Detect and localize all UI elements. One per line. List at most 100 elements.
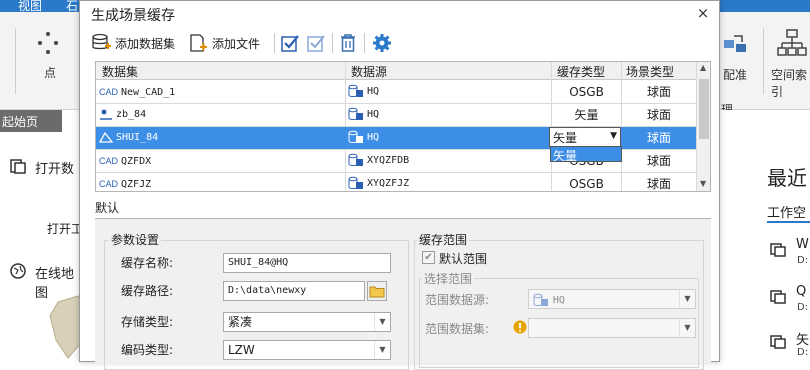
tab-underline bbox=[767, 221, 810, 223]
chevron-down-icon[interactable]: ▼ bbox=[374, 313, 390, 331]
recent-item-name: W bbox=[796, 237, 809, 252]
table-row[interactable]: CAD QZFJZ XYQZFJZ OSGB 球面 bbox=[96, 173, 696, 191]
scene-type-cell[interactable]: 球面 bbox=[622, 104, 696, 126]
file-add-icon bbox=[190, 34, 207, 52]
datasource-icon bbox=[348, 107, 363, 120]
col-dataset[interactable]: 数据集 bbox=[102, 63, 138, 80]
datasource-name: HQ bbox=[367, 109, 380, 120]
cache-type-cell[interactable]: OSGB bbox=[552, 81, 621, 103]
start-left-panel: 打开数 打开工 在线地图 bbox=[0, 132, 86, 362]
storage-type-select[interactable]: 紧凑 ▼ bbox=[223, 312, 391, 332]
ribbon-point-label: 点 bbox=[44, 66, 57, 80]
datasource-name: XYQZFJZ bbox=[367, 178, 410, 189]
range-group-title: 缓存范围 bbox=[417, 231, 470, 248]
invert-selection-icon[interactable] bbox=[306, 33, 326, 53]
recent-title: 最近 bbox=[767, 166, 807, 190]
chevron-down-icon[interactable]: ▼ bbox=[610, 131, 617, 141]
dropdown-option-label: 矢量 bbox=[553, 149, 578, 163]
chevron-down-icon[interactable]: ▼ bbox=[679, 319, 695, 337]
recent-workspace-tab[interactable]: 工作空 bbox=[767, 202, 806, 221]
table-row[interactable]: zb_84 HQ 矢量 球面 bbox=[96, 104, 696, 127]
encoding-type-label: 编码类型: bbox=[121, 343, 174, 357]
range-datasource-select[interactable]: HQ ▼ bbox=[528, 289, 696, 309]
add-file-label: 添加文件 bbox=[212, 36, 261, 51]
spatial-index-icon[interactable] bbox=[777, 28, 807, 60]
workspace-icon bbox=[770, 290, 786, 304]
ribbon-register-label[interactable]: 配准 bbox=[723, 66, 747, 83]
add-file-button[interactable]: 添加文件 bbox=[188, 31, 260, 55]
col-datasource[interactable]: 数据源 bbox=[351, 63, 387, 80]
cad-dataset-icon: CAD bbox=[99, 179, 119, 189]
recent-item-path: D: bbox=[797, 255, 809, 266]
datasource-name: XYQZFDB bbox=[367, 155, 410, 166]
range-dataset-select[interactable]: ▼ bbox=[528, 318, 696, 338]
open-datasource-label[interactable]: 打开数 bbox=[35, 158, 74, 177]
database-add-icon bbox=[92, 33, 111, 50]
toolbar-divider bbox=[274, 33, 275, 53]
warning-icon bbox=[513, 320, 527, 334]
datasource-name: HQ bbox=[367, 132, 380, 143]
recent-item-path: D: bbox=[797, 347, 809, 358]
start-page-tab[interactable]: 起始页 bbox=[0, 110, 62, 132]
recent-item-path: D: bbox=[797, 302, 809, 313]
tab-default[interactable]: 默认 bbox=[95, 199, 119, 216]
table-row[interactable]: CAD New_CAD_1 HQ OSGB 球面 bbox=[96, 81, 696, 104]
range-datasource-label: 范围数据源: bbox=[425, 293, 490, 307]
dropdown-option[interactable]: 矢量 bbox=[550, 146, 622, 163]
params-group-title: 参数设置 bbox=[109, 231, 162, 248]
point-dataset-icon bbox=[100, 109, 112, 120]
workspace-icon bbox=[770, 243, 786, 257]
workspace-icon bbox=[770, 335, 786, 349]
recent-item-name: Q bbox=[796, 284, 807, 299]
scroll-thumb[interactable] bbox=[699, 79, 709, 139]
region-dataset-icon bbox=[99, 131, 113, 143]
encoding-type-value: LZW bbox=[228, 343, 255, 357]
scroll-up-icon[interactable]: ▲ bbox=[700, 63, 706, 72]
chevron-down-icon[interactable]: ▼ bbox=[374, 341, 390, 359]
cache-type-cell[interactable]: OSGB bbox=[552, 173, 621, 191]
globe-icon[interactable] bbox=[10, 263, 26, 279]
default-range-checkbox[interactable]: ✔ bbox=[422, 251, 435, 264]
col-cache-type[interactable]: 缓存类型 bbox=[557, 63, 605, 80]
delete-icon[interactable] bbox=[339, 33, 357, 53]
ribbon-divider bbox=[763, 28, 764, 94]
cache-name-input[interactable]: SHUI_84@HQ bbox=[223, 253, 391, 273]
select-all-icon[interactable] bbox=[280, 33, 300, 53]
dialog-title: 生成场景缓存 bbox=[91, 8, 175, 24]
settings-gear-icon[interactable] bbox=[372, 33, 392, 53]
dataset-name: QZFDX bbox=[121, 156, 152, 167]
recent-item-name: 矢 bbox=[796, 333, 810, 348]
open-workspace-label[interactable]: 打开工 bbox=[47, 220, 83, 237]
add-dataset-label: 添加数据集 bbox=[115, 36, 176, 51]
dataset-name: zb_84 bbox=[116, 109, 147, 120]
datasource-icon bbox=[348, 153, 363, 166]
cache-path-label: 缓存路径: bbox=[121, 284, 174, 298]
register-icon[interactable] bbox=[722, 30, 750, 58]
scene-type-cell[interactable]: 球面 bbox=[622, 173, 696, 191]
table-scrollbar[interactable]: ▲ ▼ bbox=[696, 62, 710, 191]
close-button[interactable]: × bbox=[692, 3, 714, 23]
scroll-down-icon[interactable]: ▼ bbox=[700, 179, 706, 188]
browse-folder-button[interactable] bbox=[367, 281, 387, 301]
col-scene-type[interactable]: 场景类型 bbox=[626, 63, 674, 80]
scene-type-cell[interactable]: 球面 bbox=[622, 81, 696, 103]
datasource-icon bbox=[348, 176, 363, 189]
start-right-panel: 最近 工作空 W D: Q D: 矢 D: bbox=[718, 110, 810, 362]
toolbar-divider bbox=[364, 33, 365, 53]
cache-type-cell[interactable]: 矢量 bbox=[552, 104, 621, 126]
range-datasource-value: HQ bbox=[552, 295, 565, 306]
cache-type-dropdown[interactable]: 矢量 ▼ bbox=[549, 127, 621, 147]
chevron-down-icon[interactable]: ▼ bbox=[679, 290, 695, 308]
ribbon-spatial-index-label[interactable]: 空间索引 bbox=[771, 66, 810, 100]
datasource-name: HQ bbox=[367, 86, 380, 97]
add-dataset-button[interactable]: 添加数据集 bbox=[91, 31, 175, 55]
toolbar-divider bbox=[332, 33, 333, 53]
table-header: 数据集 数据源 缓存类型 场景类型 bbox=[96, 62, 696, 80]
encoding-type-select[interactable]: LZW ▼ bbox=[223, 340, 391, 360]
cache-path-input[interactable]: D:\data\newxy bbox=[223, 281, 365, 301]
scene-type-cell[interactable]: 球面 bbox=[622, 127, 696, 149]
point-icon[interactable] bbox=[36, 32, 60, 56]
storage-type-label: 存储类型: bbox=[121, 315, 174, 329]
scene-type-cell[interactable]: 球面 bbox=[622, 150, 696, 172]
open-datasource-icon[interactable] bbox=[10, 158, 26, 174]
